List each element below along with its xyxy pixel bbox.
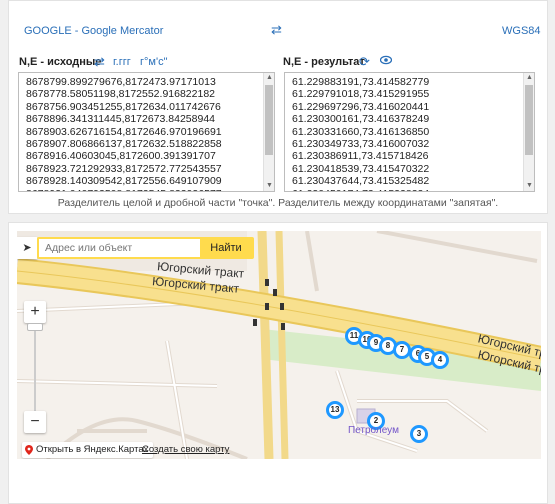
map-background: [17, 231, 541, 459]
source-system-link[interactable]: GOOGLE - Google Mercator: [24, 25, 163, 37]
map-marker[interactable]: 7: [393, 341, 411, 359]
coordinate-line: 61.229791018,73.415291955: [292, 88, 430, 101]
coordinate-line: 8678896.341311445,8172673.84258944: [26, 113, 215, 126]
result-scrollbar[interactable]: ▲ ▼: [523, 73, 534, 191]
coordinate-line: 8678903.626716154,8172646.970196691: [26, 125, 222, 138]
scroll-up-icon[interactable]: ▲: [525, 73, 534, 83]
zoom-slider-track[interactable]: [34, 323, 36, 411]
format-decimal-link[interactable]: г.ггг: [113, 56, 131, 68]
coordinate-line: 8678907.806866137,8172632.518822858: [26, 138, 222, 151]
source-coordinates-textarea[interactable]: 8678799.899279676,8172473.97171013 867877…: [18, 72, 275, 192]
coordinate-line: 8678799.899279676,8172473.97171013: [26, 76, 216, 88]
create-map-link[interactable]: Создать свою карту: [142, 444, 229, 455]
coordinate-line: 61.230450174,73.415228324: [292, 188, 534, 191]
target-system-link[interactable]: WGS84: [502, 25, 541, 37]
yandex-map[interactable]: ➤ Найти + − Югорский тракт Югорский трак…: [17, 231, 541, 459]
result-column-title: N,E - результат: [283, 56, 365, 68]
coordinate-line: 61.230386911,73.415718426: [292, 150, 429, 163]
scroll-down-icon[interactable]: ▼: [265, 181, 274, 191]
conversion-panel: GOOGLE - Google Mercator ⇄ WGS84 N,E - и…: [8, 0, 548, 214]
coordinate-line: 61.230300161,73.416378249: [292, 113, 430, 126]
locate-arrow-icon[interactable]: ➤: [17, 237, 37, 259]
map-search-button[interactable]: Найти: [200, 239, 252, 257]
coordinate-line: 61.229883191,73.414582779: [292, 76, 430, 88]
coordinate-line: 61.229697296,73.416020441: [292, 100, 430, 113]
map-search-box: Найти: [37, 237, 254, 259]
source-coordinates-lines: 8678799.899279676,8172473.97171013 867877…: [19, 73, 274, 191]
coordinate-line: 61.230331660,73.416136850: [292, 125, 430, 138]
separator-hint: Разделитель целой и дробной части "точка…: [57, 197, 499, 209]
coordinate-line: 61.230437644,73.415325482: [292, 175, 430, 188]
map-pin-icon: [25, 445, 33, 455]
result-coordinates-lines: 61.229883191,73.414582779 61.229791018,73…: [285, 73, 534, 191]
swap-columns-icon[interactable]: ⇄: [94, 54, 105, 70]
swap-systems-icon[interactable]: ⇄: [271, 22, 282, 38]
coordinate-line: 61.230418539,73.415470322: [292, 162, 430, 175]
source-column-title: N,E - исходные: [19, 56, 102, 68]
coordinate-line: 8678931.040793508,8172545.833936577: [26, 188, 274, 191]
map-panel: ➤ Найти + − Югорский тракт Югорский трак…: [8, 222, 548, 504]
coordinate-system-bar: GOOGLE - Google Mercator ⇄ WGS84: [9, 1, 547, 41]
scroll-up-icon[interactable]: ▲: [265, 73, 274, 83]
refresh-icon[interactable]: ⟳: [359, 54, 370, 70]
coordinate-line: 8678756.903451255,8172634.011742676: [26, 100, 221, 113]
scroll-down-icon[interactable]: ▼: [525, 181, 534, 191]
eye-icon[interactable]: [379, 53, 393, 68]
source-scrollbar[interactable]: ▲ ▼: [263, 73, 274, 191]
map-marker[interactable]: 3: [410, 425, 428, 443]
coordinate-line: 8678778.58051198,8172552.916822182: [26, 88, 215, 101]
scroll-thumb[interactable]: [525, 85, 533, 155]
coordinate-line: 8678916.40603045,8172600.391391707: [26, 150, 216, 163]
place-label: Петролеум: [348, 425, 399, 436]
coordinate-line: 61.230349733,73.416007032: [292, 138, 430, 151]
scroll-thumb[interactable]: [265, 85, 273, 155]
open-in-yandex-link[interactable]: Открыть в Яндекс.Картах: [22, 442, 154, 458]
map-search-input[interactable]: [39, 239, 199, 257]
open-in-yandex-label: Открыть в Яндекс.Картах: [36, 444, 149, 455]
map-marker[interactable]: 4: [431, 351, 449, 369]
zoom-out-button[interactable]: −: [24, 411, 46, 433]
result-coordinates-textarea[interactable]: 61.229883191,73.414582779 61.229791018,73…: [284, 72, 535, 192]
coordinate-line: 8678923.721292933,8172572.772543557: [26, 162, 222, 175]
format-dms-link[interactable]: г°м'с": [140, 56, 167, 68]
zoom-in-button[interactable]: +: [24, 301, 46, 323]
zoom-slider-handle[interactable]: [27, 323, 43, 331]
coordinate-line: 8678928.140309542,8172556.649107909: [26, 175, 222, 188]
map-marker[interactable]: 13: [326, 401, 344, 419]
